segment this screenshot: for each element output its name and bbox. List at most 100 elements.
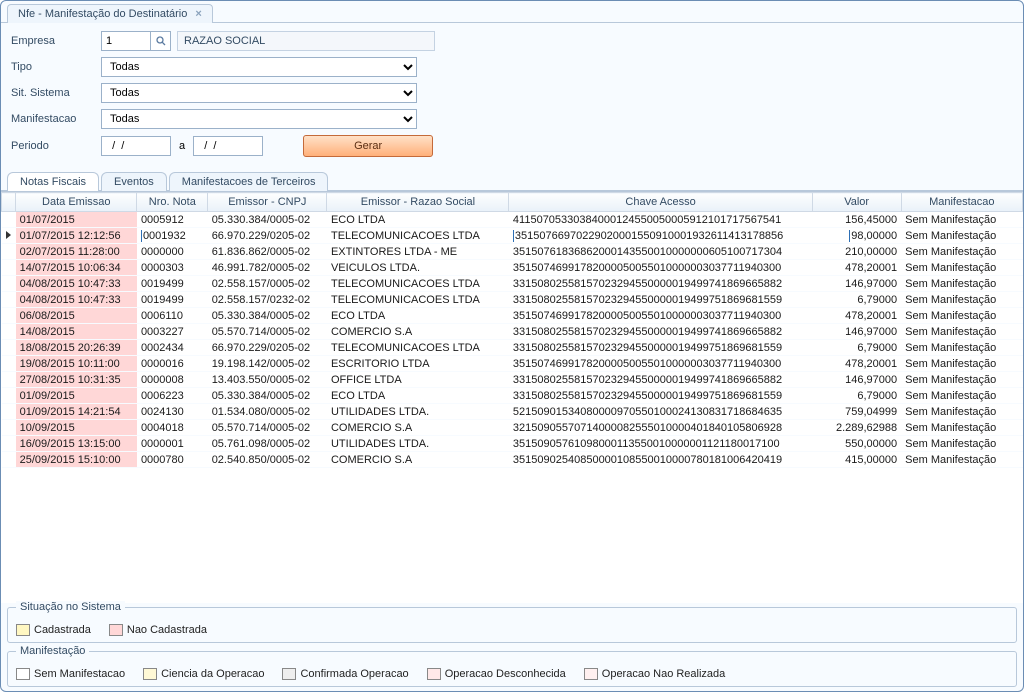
table-row[interactable]: 01/09/2015 14:21:54002413001.534.080/000… [2, 404, 1023, 420]
grid[interactable]: Data Emissao Nro. Nota Emissor - CNPJ Em… [1, 191, 1023, 603]
tab-notas-fiscais[interactable]: Notas Fiscais [7, 172, 99, 191]
cell-valor: 6,79000 [812, 388, 901, 404]
table-row[interactable]: 01/07/2015 12:12:56000193266.970.229/020… [2, 228, 1023, 244]
cell-emissor-cnpj: 61.836.862/0005-02 [208, 244, 327, 260]
table-row[interactable]: 01/09/2015000622305.330.384/0005-02ECO L… [2, 388, 1023, 404]
legend-ciencia-operacao: Ciencia da Operacao [143, 668, 264, 680]
cell-emissor-cnpj: 13.403.550/0005-02 [208, 372, 327, 388]
cell-emissor-razao: EXTINTORES LTDA - ME [327, 244, 509, 260]
legend-situacao-sistema: Situação no Sistema Cadastrada Nao Cadas… [7, 607, 1017, 643]
row-indicator [2, 340, 16, 356]
cell-emissor-razao: COMERCIO S.A [327, 452, 509, 468]
table-row[interactable]: 01/07/2015000591205.330.384/0005-02ECO L… [2, 212, 1023, 228]
cell-nro-nota: 0000008 [137, 372, 208, 388]
cell-emissor-razao: UTILIDADES LTDA. [327, 436, 509, 452]
gerar-button[interactable]: Gerar [303, 135, 433, 157]
cell-emissor-razao: OFFICE LTDA [327, 372, 509, 388]
manifestacao-label: Manifestacao [11, 113, 101, 125]
cell-data-emissao: 01/09/2015 14:21:54 [16, 404, 137, 420]
table-row[interactable]: 18/08/2015 20:26:39000243466.970.229/020… [2, 340, 1023, 356]
empresa-input[interactable] [101, 31, 151, 51]
legend-cadastrada: Cadastrada [16, 624, 91, 636]
periodo-de-input[interactable] [101, 136, 171, 156]
cell-emissor-cnpj: 05.570.714/0005-02 [208, 324, 327, 340]
cell-emissor-razao: ESCRITORIO LTDA [327, 356, 509, 372]
row-indicator [2, 324, 16, 340]
close-icon[interactable]: × [195, 8, 201, 20]
cell-nro-nota: 0000303 [137, 260, 208, 276]
empresa-razao-display: RAZAO SOCIAL [177, 31, 435, 51]
cell-emissor-razao: TELECOMUNICACOES LTDA [327, 292, 509, 308]
cell-emissor-razao: ECO LTDA [327, 308, 509, 324]
cell-manifestacao: Sem Manifestação [901, 292, 1022, 308]
cell-valor: 146,97000 [812, 372, 901, 388]
cell-emissor-razao: ECO LTDA [327, 212, 509, 228]
periodo-separator: a [171, 140, 193, 152]
cell-emissor-cnpj: 19.198.142/0005-02 [208, 356, 327, 372]
cell-manifestacao: Sem Manifestação [901, 260, 1022, 276]
cell-valor: 146,97000 [812, 324, 901, 340]
cell-data-emissao: 04/08/2015 10:47:33 [16, 292, 137, 308]
cell-nro-nota: 0004018 [137, 420, 208, 436]
row-indicator [2, 212, 16, 228]
cell-data-emissao: 02/07/2015 11:28:00 [16, 244, 137, 260]
tab-eventos[interactable]: Eventos [101, 172, 167, 191]
cell-nro-nota: 0019499 [137, 292, 208, 308]
cell-manifestacao: Sem Manifestação [901, 228, 1022, 244]
manifestacao-select[interactable]: Todas [101, 109, 417, 129]
cell-valor: 2.289,62988 [812, 420, 901, 436]
cell-chave-acesso: 3315080255815702329455000001949974186966… [509, 372, 812, 388]
col-nro-nota[interactable]: Nro. Nota [137, 193, 208, 212]
legend-confirmada-operacao: Confirmada Operacao [282, 668, 408, 680]
col-indicator[interactable] [2, 193, 16, 212]
table-row[interactable]: 04/08/2015 10:47:33001949902.558.157/000… [2, 276, 1023, 292]
cell-data-emissao: 27/08/2015 10:31:35 [16, 372, 137, 388]
cell-data-emissao: 14/08/2015 [16, 324, 137, 340]
tab-manifestacoes-terceiros[interactable]: Manifestacoes de Terceiros [169, 172, 329, 191]
legend-sem-manifestacao: Sem Manifestacao [16, 668, 125, 680]
table-row[interactable]: 10/09/2015000401805.570.714/0005-02COMER… [2, 420, 1023, 436]
table-row[interactable]: 06/08/2015000611005.330.384/0005-02ECO L… [2, 308, 1023, 324]
cell-valor: 478,20001 [812, 308, 901, 324]
cell-nro-nota: 0003227 [137, 324, 208, 340]
cell-manifestacao: Sem Manifestação [901, 452, 1022, 468]
col-manifestacao[interactable]: Manifestacao [901, 193, 1022, 212]
table-row[interactable]: 02/07/2015 11:28:00000000061.836.862/000… [2, 244, 1023, 260]
cell-manifestacao: Sem Manifestação [901, 276, 1022, 292]
cell-nro-nota: 0000000 [137, 244, 208, 260]
col-emissor-cnpj[interactable]: Emissor - CNPJ [208, 193, 327, 212]
col-emissor-razao[interactable]: Emissor - Razao Social [327, 193, 509, 212]
cell-data-emissao: 18/08/2015 20:26:39 [16, 340, 137, 356]
sit-sistema-select[interactable]: Todas [101, 83, 417, 103]
table-row[interactable]: 14/08/2015000322705.570.714/0005-02COMER… [2, 324, 1023, 340]
empresa-label: Empresa [11, 35, 101, 47]
cell-nro-nota: 0006223 [137, 388, 208, 404]
cell-emissor-cnpj: 02.558.157/0005-02 [208, 276, 327, 292]
col-data-emissao[interactable]: Data Emissao [16, 193, 137, 212]
cell-emissor-cnpj: 02.540.850/0005-02 [208, 452, 327, 468]
window-title: Nfe - Manifestação do Destinatário [18, 8, 187, 20]
table-row[interactable]: 14/07/2015 10:06:34000030346.991.782/000… [2, 260, 1023, 276]
table-row[interactable]: 25/09/2015 15:10:00000078002.540.850/000… [2, 452, 1023, 468]
cell-chave-acesso: 3315080255815702329455000001949974186966… [509, 276, 812, 292]
cell-emissor-cnpj: 05.761.098/0005-02 [208, 436, 327, 452]
periodo-ate-input[interactable] [193, 136, 263, 156]
table-row[interactable]: 27/08/2015 10:31:35000000813.403.550/000… [2, 372, 1023, 388]
empresa-lookup-icon[interactable] [151, 31, 171, 51]
cell-emissor-cnpj: 05.330.384/0005-02 [208, 212, 327, 228]
cell-emissor-razao: TELECOMUNICACOES LTDA [327, 228, 509, 244]
cell-emissor-cnpj: 66.970.229/0205-02 [208, 340, 327, 356]
tipo-select[interactable]: Todas [101, 57, 417, 77]
cell-data-emissao: 19/08/2015 10:11:00 [16, 356, 137, 372]
col-valor[interactable]: Valor [812, 193, 901, 212]
table-row[interactable]: 04/08/2015 10:47:33001949902.558.157/023… [2, 292, 1023, 308]
cell-valor: 478,20001 [812, 356, 901, 372]
cell-chave-acesso: 3315080255815702329455000001949974186966… [509, 324, 812, 340]
table-row[interactable]: 16/09/2015 13:15:00000000105.761.098/000… [2, 436, 1023, 452]
cell-manifestacao: Sem Manifestação [901, 308, 1022, 324]
col-chave-acesso[interactable]: Chave Acesso [509, 193, 812, 212]
row-indicator [2, 228, 16, 244]
table-row[interactable]: 19/08/2015 10:11:00000001619.198.142/000… [2, 356, 1023, 372]
cell-data-emissao: 06/08/2015 [16, 308, 137, 324]
cell-valor: 98,00000 [812, 228, 901, 244]
